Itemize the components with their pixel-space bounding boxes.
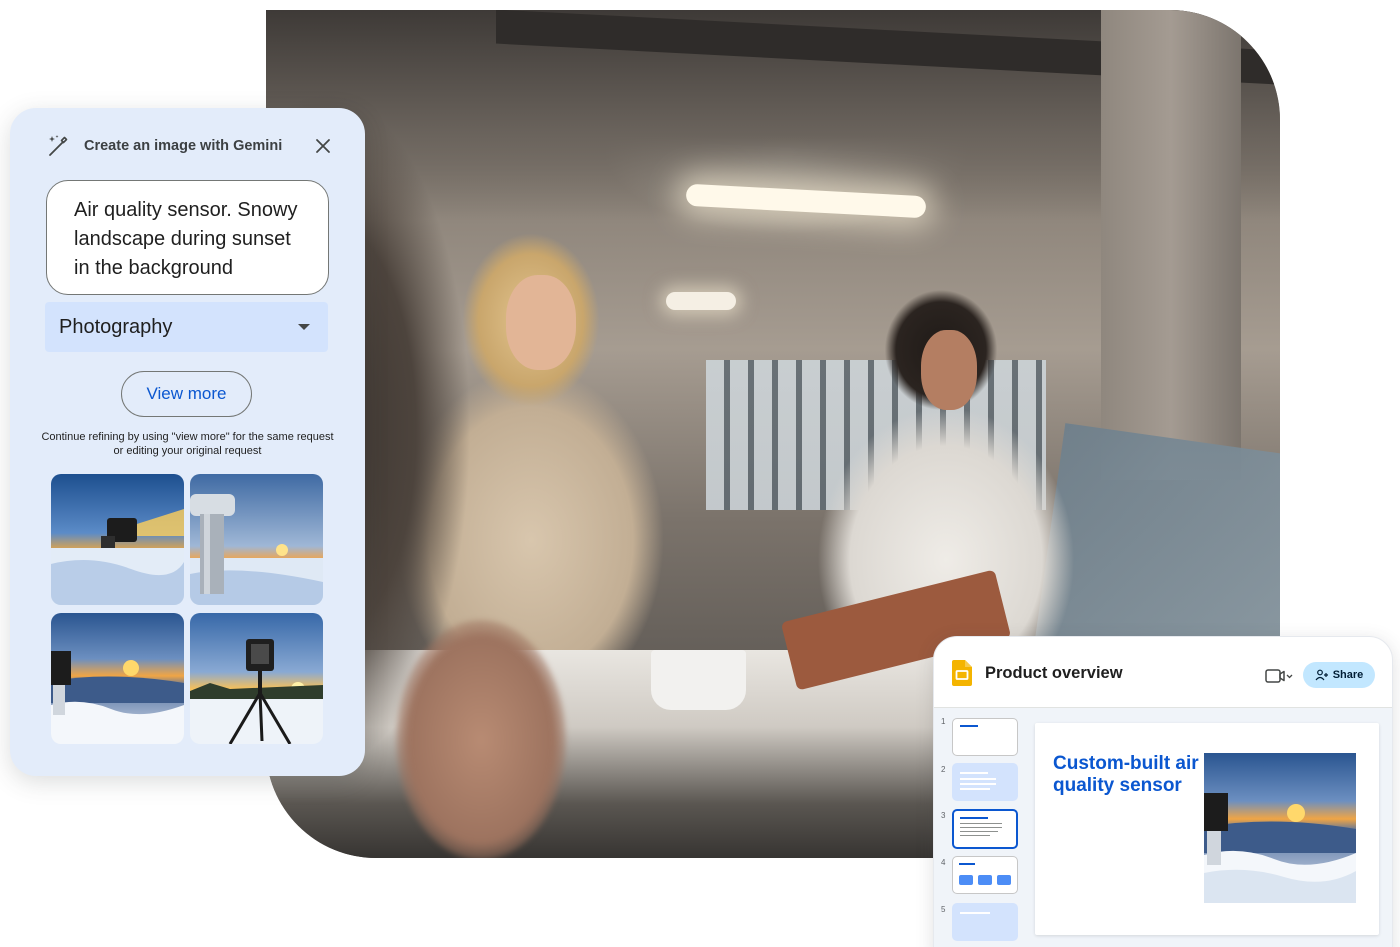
slide-number-1: 1: [941, 717, 946, 726]
slide-number-3: 3: [941, 811, 946, 820]
slide-thumbnail-4[interactable]: [952, 856, 1018, 894]
gemini-panel-title: Create an image with Gemini: [84, 138, 283, 154]
slide-heading[interactable]: Custom-built air quality sensor: [1053, 753, 1203, 797]
thumb-line: [960, 772, 988, 774]
thumb-box: [978, 875, 992, 885]
view-more-button[interactable]: View more: [121, 371, 252, 417]
thumb-title-line: [960, 725, 978, 727]
doc-title[interactable]: Product overview: [985, 664, 1123, 683]
thumb-line: [960, 912, 990, 914]
thumb-box: [959, 875, 973, 885]
thumb-line: [960, 823, 1002, 824]
generated-image-2[interactable]: [190, 474, 323, 605]
thumb-box: [997, 875, 1011, 885]
current-slide[interactable]: Custom-built air quality sensor: [1035, 723, 1379, 935]
slides-window: Product overview Share 1 2 3 4 5 Custom-…: [933, 636, 1393, 947]
photo-face-dark-hair: [921, 330, 977, 410]
prompt-input[interactable]: Air quality sensor. Snowy landscape duri…: [46, 180, 329, 295]
thumb-title-line: [959, 863, 975, 865]
generated-image-4[interactable]: [190, 613, 323, 744]
generated-image-3[interactable]: [51, 613, 184, 744]
slides-logo-icon: [952, 660, 972, 686]
caret-down-icon: [298, 324, 310, 330]
refine-hint-text: Continue refining by using "view more" f…: [41, 431, 334, 457]
thumb-line: [960, 778, 996, 780]
photo-foreground-hand: [396, 620, 566, 858]
slide-number-4: 4: [941, 858, 946, 867]
slide-image-art: [1204, 753, 1356, 903]
person-add-icon: [1315, 669, 1328, 681]
slide-thumbnail-3[interactable]: [952, 809, 1018, 849]
photo-pillar: [1101, 10, 1241, 480]
share-button-label: Share: [1332, 669, 1364, 681]
marketing-stage: Create an image with Gemini Air quality …: [0, 0, 1400, 947]
generated-image-1-art: [51, 474, 184, 605]
thumb-line: [960, 788, 990, 790]
slide-number-2: 2: [941, 765, 946, 774]
thumb-title-line: [960, 817, 988, 819]
generated-image-3-art: [51, 613, 184, 744]
photo-face-blonde: [506, 275, 576, 370]
slide-number-5: 5: [941, 905, 946, 914]
gemini-panel-header: Create an image with Gemini: [46, 134, 282, 158]
share-button[interactable]: Share: [1303, 662, 1375, 688]
wand-sparkle-icon: [49, 135, 68, 156]
slide-thumbnail-5[interactable]: [952, 903, 1018, 941]
thumb-line: [960, 827, 1002, 828]
generated-image-4-art: [190, 613, 323, 744]
slide-thumbnail-1[interactable]: [952, 718, 1018, 756]
close-icon[interactable]: [312, 135, 334, 157]
photo-cup: [651, 650, 746, 710]
thumb-line: [960, 783, 996, 785]
video-camera-icon[interactable]: [1265, 666, 1293, 686]
generated-image-1[interactable]: [51, 474, 184, 605]
slide-thumbnail-2[interactable]: [952, 763, 1018, 801]
thumb-line: [960, 831, 998, 832]
style-select[interactable]: Photography: [45, 302, 328, 352]
generated-image-2-art: [190, 474, 323, 605]
slide-image[interactable]: [1204, 753, 1356, 903]
gemini-image-panel: Create an image with Gemini Air quality …: [10, 108, 365, 776]
style-select-value: Photography: [59, 315, 173, 338]
thumb-line: [960, 835, 990, 836]
